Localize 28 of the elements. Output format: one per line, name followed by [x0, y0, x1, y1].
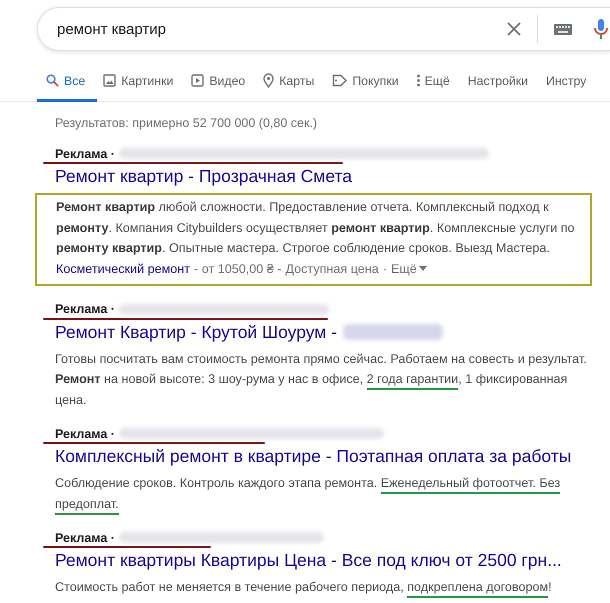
- ad-label: Реклама ·: [55, 426, 115, 440]
- ad-title-link[interactable]: Комплексный ремонт в квартире - Поэтапная оплата за работы: [55, 446, 572, 467]
- tab[interactable]: Видео: [191, 69, 246, 102]
- ad-title-link[interactable]: Ремонт квартир - Прозрачная Смета: [55, 166, 352, 187]
- ad-label: Реклама ·: [55, 302, 115, 316]
- search-field[interactable]: ремонт квартир: [37, 7, 610, 51]
- result-stats: Результатов: примерно 52 700 000 (0,80 сек.): [55, 116, 318, 130]
- more-button[interactable]: Ещё: [390, 258, 427, 278]
- ad-label: Реклама ·: [55, 146, 115, 160]
- tab[interactable]: Инстру: [546, 69, 586, 102]
- tab[interactable]: Все: [37, 69, 98, 102]
- tab[interactable]: Карты: [263, 69, 314, 102]
- sitelink[interactable]: Косметический ремонт: [56, 258, 190, 278]
- tab[interactable]: Картинки: [103, 69, 174, 102]
- tab[interactable]: Настройки: [468, 69, 528, 102]
- separator-dot: ·: [382, 260, 387, 278]
- ad-description: Стоимость работ не меняется в течение рабочего периода, подкреплена договором!: [55, 577, 595, 598]
- ad-description: Ремонт квартир любой сложности. Предоставление отчета. Комплексный подход к ремонту. Компания Citybuilders осуществляет ремонт квартир. Комплексные услуги по ремонту квартир. Опытные мастера. Строгое соблюдение сроков. Выезд Мастера.: [56, 199, 576, 257]
- ad-title-link[interactable]: Ремонт Квартир - Крутой Шоурум -: [55, 322, 337, 342]
- ad-label: Реклама ·: [55, 530, 115, 544]
- tab[interactable]: Покупки: [332, 69, 399, 102]
- ad-title-link[interactable]: Ремонт квартиры Квартиры Цена - Все под ключ от 2500 грн...: [55, 550, 562, 571]
- ad-description: Соблюдение сроков. Контроль каждого этапа ремонта. Еженедельный фотоотчет. Без предоплат.: [55, 473, 595, 514]
- search-query: ремонт квартир: [57, 20, 167, 38]
- ad-description: Готовы посчитать вам стоимость ремонта прямо сейчас. Работаем на совесть и результат. Ремонт на новой высоте: 3 шоу-рума у нас в офисе, 2 года гарантии, 1 фиксированная цена.: [55, 350, 588, 408]
- price-text: - от 1050,00 ₴ -: [194, 260, 282, 278]
- tab[interactable]: Ещё: [416, 69, 450, 102]
- sitelink[interactable]: Доступная цена: [285, 258, 379, 278]
